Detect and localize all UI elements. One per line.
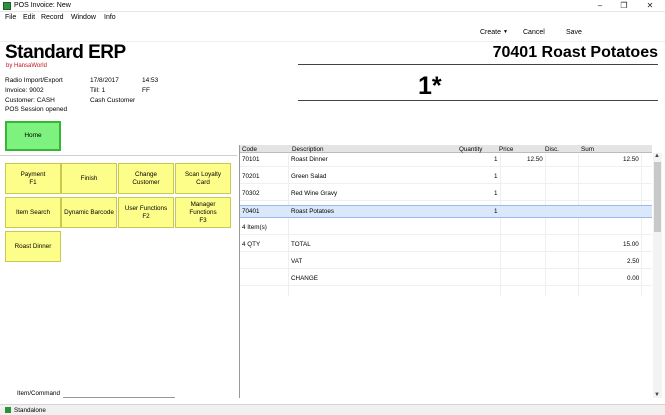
window-title: POS Invoice: New [14,2,71,9]
vat-value: 2.50 [627,258,640,265]
divider [0,155,237,156]
menu-file[interactable]: File [5,14,16,21]
total-label: TOTAL [291,241,311,248]
customer-name: Cash Customer [90,97,136,104]
home-button[interactable]: Home [5,121,61,151]
dynamic-barcode-button[interactable]: Dynamic Barcode [61,197,117,228]
item-count: 4 Item(s) [242,224,267,231]
manager-functions-button[interactable]: Manager Functions F3 [175,197,231,228]
col-header-price[interactable]: Price [499,146,513,153]
close-icon[interactable]: ✕ [641,0,659,12]
cancel-button[interactable]: Cancel [523,29,545,36]
status-indicator-icon [5,407,11,413]
scroll-down-icon[interactable]: ▼ [654,392,660,398]
totals-row: 4 QTY TOTAL 15.00 [240,239,652,252]
line-code: 70401 [242,208,260,215]
col-header-code[interactable]: Code [242,146,257,153]
total-qty: 4 QTY [242,241,261,248]
vat-label: VAT [291,258,303,265]
quantity-display: 1* [418,72,442,100]
vat-row: VAT 2.50 [240,256,652,269]
line-quantity: 1 [494,156,498,163]
create-button[interactable]: Create ▼ [480,29,508,36]
restore-icon[interactable]: ❐ [615,0,633,12]
change-label: CHANGE [291,275,318,282]
user-functions-button[interactable]: User Functions F2 [118,197,174,228]
command-label: Item/Command [17,390,61,397]
customer-code: Customer: CASH [5,97,55,104]
scroll-up-icon[interactable]: ▲ [654,153,660,159]
invoice-number: Invoice: 9002 [5,87,44,94]
line-description: Roast Dinner [291,156,328,163]
toolbar: Create ▼ Cancel Save [0,24,665,42]
line-description: Green Salad [291,173,327,180]
menu-bar: File Edit Record Window Info [0,12,665,24]
menu-record[interactable]: Record [41,14,64,21]
line-quantity: 1 [494,173,498,180]
change-customer-button[interactable]: Change Customer [118,163,174,194]
col-header-disc[interactable]: Disc. [545,146,559,153]
salesman-code: FF [142,87,150,94]
line-sum: 12.50 [623,156,639,163]
status-bar: Standalone [0,404,665,415]
app-icon [3,2,11,10]
invoice-time: 14:53 [142,77,159,84]
col-header-quantity[interactable]: Quantity [459,146,482,153]
line-description: Roast Potatoes [291,208,335,215]
line-code: 70201 [242,173,260,180]
table-row-selected[interactable]: 70401 Roast Potatoes 1 [240,205,652,218]
line-code: 70101 [242,156,260,163]
invoice-date: 17/8/2017 [90,77,119,84]
line-price: 12.50 [527,156,543,163]
line-description: Red Wine Gravy [291,190,338,197]
line-quantity: 1 [494,190,498,197]
invoice-lines-grid: Code Description Quantity Price Disc. Su… [239,145,663,398]
till-number: Till: 1 [90,87,106,94]
col-header-description[interactable]: Description [292,146,324,153]
table-row[interactable]: 70101 Roast Dinner 1 12.50 12.50 [240,154,652,167]
line-quantity: 1 [494,208,498,215]
finish-button[interactable]: Finish [61,163,117,194]
session-status: POS Session opened [5,106,68,113]
scan-loyalty-card-button[interactable]: Scan Loyalty Card [175,163,231,194]
logo: Standard ERP by HansaWorld [5,42,126,70]
company-name: Radio Import/Export [5,77,63,84]
table-row[interactable]: 4 Item(s) [240,222,652,235]
minimize-icon[interactable]: – [591,0,609,12]
item-search-button[interactable]: Item Search [5,197,61,228]
logo-subtext: by HansaWorld [6,63,47,69]
menu-edit[interactable]: Edit [23,14,35,21]
create-label: Create [480,29,502,36]
change-row: CHANGE 0.00 [240,273,652,286]
payment-button[interactable]: Payment F1 [5,163,61,194]
table-row[interactable]: 70201 Green Salad 1 [240,171,652,184]
change-value: 0.00 [627,275,640,282]
total-value: 15.00 [623,241,639,248]
divider [298,100,658,101]
current-item-title: 70401 Roast Potatoes [492,44,658,61]
chevron-down-icon: ▼ [503,29,508,35]
col-header-sum[interactable]: Sum [581,146,594,153]
menu-window[interactable]: Window [71,14,96,21]
menu-info[interactable]: Info [104,14,116,21]
scrollbar-thumb[interactable] [654,162,661,232]
grid-header: Code Description Quantity Price Disc. Su… [240,145,652,153]
roast-dinner-button[interactable]: Roast Dinner [5,231,61,262]
save-button[interactable]: Save [566,29,582,36]
grid-scrollbar[interactable]: ▲ ▼ [653,153,662,398]
line-code: 70302 [242,190,260,197]
table-row[interactable]: 70302 Red Wine Gravy 1 [240,188,652,201]
status-text: Standalone [14,407,46,414]
command-input[interactable] [63,389,175,398]
divider [298,64,658,65]
title-bar: POS Invoice: New – ❐ ✕ [0,0,665,12]
logo-text: Standard ERP [5,42,126,63]
